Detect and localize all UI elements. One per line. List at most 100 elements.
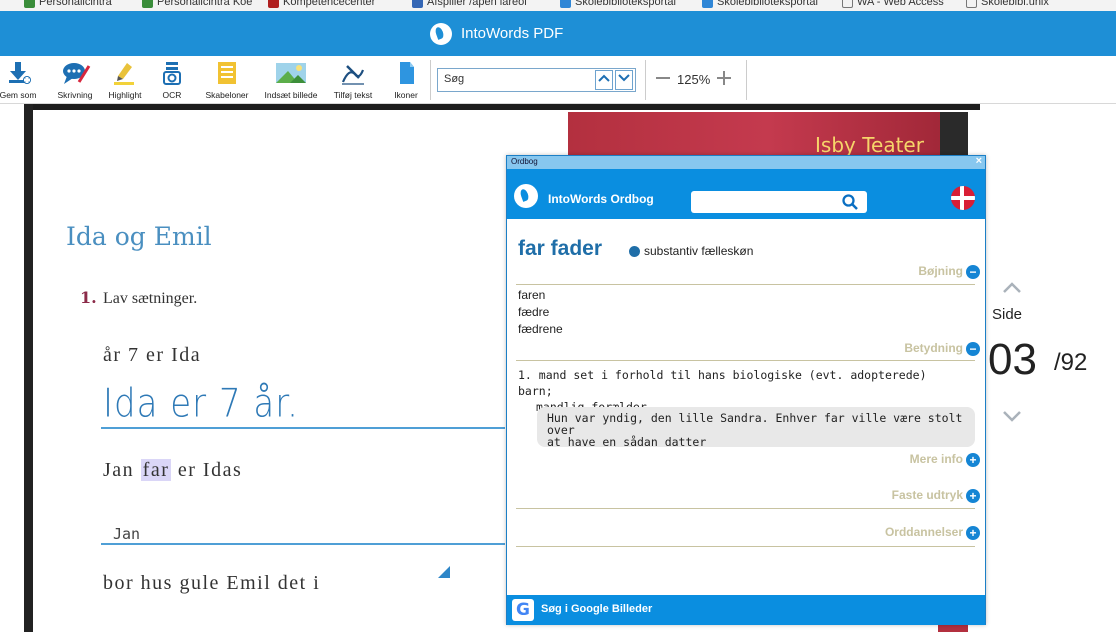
pen-icon [111,60,139,86]
total-pages: /92 [1054,349,1088,376]
templates-button[interactable]: Skabeloner [198,60,256,100]
word-class-dot-icon [629,246,640,257]
document-heading: Ida og Emil [66,222,212,251]
intowords-logo-icon [430,22,452,45]
collapse-icon[interactable]: − [966,342,980,356]
word-line: år 7 er Ida [103,344,202,366]
example-line: at have en sådan datter [547,435,707,449]
tool-label: Indsæt billede [264,90,318,100]
handwritten-answer: Ida er 7 år. [103,381,299,427]
section-divider [516,546,975,547]
insert-image-button[interactable]: Indsæt billede [258,60,324,100]
expand-icon[interactable]: + [966,526,980,540]
bookmark-label: Personalicintra [39,0,112,8]
zoom-control: 125% [655,66,732,92]
word: er Idas [177,459,243,481]
tool-label: Highlight [108,90,142,100]
highlighted-word[interactable]: far [140,459,172,481]
app-title-bar: IntoWords PDF [0,11,1116,56]
text-box-resize-handle[interactable] [438,566,450,578]
popup-caption: Ordbog [511,157,538,166]
collapse-icon[interactable]: − [966,265,980,279]
file-icon [392,60,420,86]
toolbar-divider [645,60,646,100]
writing-button[interactable]: Skrivning [50,60,100,100]
ocr-button[interactable]: OCR [155,60,189,100]
bookmark-label: Skolebiblioteksportal [717,0,818,8]
minus-icon [656,77,670,79]
left-margin [0,104,24,632]
expand-icon[interactable]: + [966,453,980,467]
answer-line [101,543,505,545]
inflection-form: faren [518,288,546,302]
dictionary-title: IntoWords Ordbog [548,192,654,206]
chevron-up-icon [598,74,610,82]
search-icon[interactable] [841,193,859,211]
save-icon [4,60,32,86]
bookmark-label: Afspiller /apen lareol [427,0,527,8]
more-info-section-label[interactable]: Mere info [910,452,963,466]
pdf-search-input[interactable]: Søg [437,68,636,92]
fixed-expressions-section-label[interactable]: Faste udtryk [892,488,963,502]
app-title: IntoWords PDF [461,25,564,42]
word: Jan [103,459,135,481]
current-page-number[interactable]: 03 [988,335,1037,385]
toolbar-divider [430,60,431,100]
search-previous-button[interactable] [595,70,613,90]
google-icon: G [512,599,534,621]
bookmark[interactable]: Skolebiblioteksportal [702,0,818,8]
tool-label: Ikoner [394,90,418,100]
bookmark[interactable]: WA - Web Access [842,0,944,8]
bookmark-label: Personalicintra Koe [157,0,253,8]
example-line: Hun var yndig, den lille Sandra. Enhver … [547,411,963,437]
bookmark[interactable]: Skolebiblioteksportal [560,0,676,8]
meaning-section-label[interactable]: Betydning [904,341,963,355]
tool-label: Skabeloner [205,90,249,100]
cover-title: Isby Teater [815,133,924,157]
next-page-icon[interactable] [1002,406,1022,426]
typed-answer[interactable]: Jan [113,525,140,543]
popup-titlebar[interactable]: Ordbog × [507,155,985,169]
section-divider [516,284,975,285]
meaning-line: 1. mand set i forhold til hans biologisk… [518,368,927,398]
image-icon [274,60,308,86]
template-icon [213,60,241,86]
word-line: bor hus gule Emil det i [103,572,321,594]
save-as-button[interactable]: Gem som [0,60,42,100]
zoom-out-button[interactable] [655,66,671,92]
icons-button[interactable]: Ikoner [386,60,426,100]
bookmark[interactable]: Kompetencecenter [268,0,375,8]
close-icon[interactable]: × [976,155,982,167]
inflection-form: fædre [518,305,550,319]
page-edge [24,104,33,632]
plus-icon [717,71,732,85]
bookmark-label: Skolebibl.unix [981,0,1049,8]
bookmark[interactable]: Skolebibl.unix [966,0,1049,8]
dictionary-header: IntoWords Ordbog [507,169,985,219]
dictionary-headword: far fader [518,237,603,260]
highlight-button[interactable]: Highlight [102,60,148,100]
bookmark[interactable]: Afspiller /apen lareol [412,0,527,8]
tool-label: Gem som [0,90,37,100]
bookmark[interactable]: Personalicintra [24,0,112,8]
expand-icon[interactable]: + [966,489,980,503]
bookmark[interactable]: Personalicintra Koe [142,0,252,8]
exercise-instruction: Lav sætninger. [103,290,198,307]
previous-page-icon[interactable] [1002,278,1022,298]
dictionary-popup: Ordbog × IntoWords Ordbog far fader subs… [506,155,986,625]
text-sign-icon [339,60,367,86]
tool-label: OCR [162,90,182,100]
danish-flag-icon[interactable] [951,186,975,210]
tool-label: Skrivning [57,90,93,100]
word-formations-section-label[interactable]: Orddannelser [885,525,963,539]
dictionary-search-input[interactable] [691,191,867,213]
cover-image-edge [940,112,968,158]
answer-line [101,427,505,429]
search-next-button[interactable] [615,70,633,90]
speech-icon [61,60,91,86]
add-text-button[interactable]: Tilføj tekst [328,60,378,100]
google-images-button[interactable]: G Søg i Google Billeder [507,595,985,625]
inflection-section-label[interactable]: Bøjning [918,264,963,278]
toolbar-divider [746,60,747,100]
zoom-in-button[interactable] [716,66,732,92]
